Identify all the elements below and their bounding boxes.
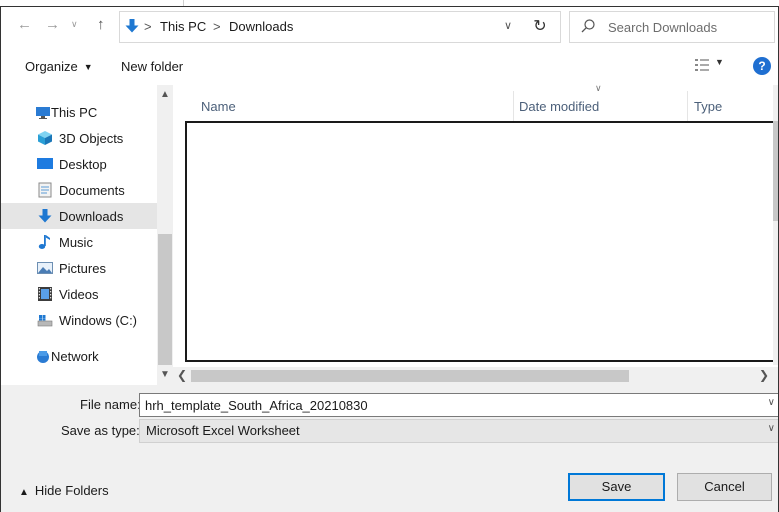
- download-arrow-icon: [38, 209, 52, 223]
- file-name-label: File name:: [80, 397, 141, 412]
- scroll-right-arrow-icon[interactable]: ❯: [759, 368, 769, 382]
- drive-icon: [37, 315, 53, 327]
- breadcrumb-downloads[interactable]: Downloads: [229, 19, 293, 34]
- sidebar-item-desktop[interactable]: Desktop: [1, 151, 157, 177]
- sidebar-item-label: Music: [59, 235, 93, 250]
- chevron-down-icon[interactable]: ∨: [768, 397, 775, 408]
- address-row: ← → ∨ ↑ > This PC > Downloads ∨ ↻ Search…: [1, 7, 778, 45]
- breadcrumb-separator: >: [213, 19, 221, 34]
- pictures-icon: [37, 262, 53, 274]
- sidebar-item-this-pc[interactable]: This PC: [1, 99, 157, 125]
- file-name-input[interactable]: [140, 394, 765, 415]
- organize-menu-button[interactable]: Organize ▼: [25, 59, 93, 74]
- save-as-type-select[interactable]: Microsoft Excel Worksheet ∨: [139, 419, 778, 443]
- hide-folders-button[interactable]: ▲ Hide Folders: [19, 483, 109, 498]
- change-view-button[interactable]: ▼: [695, 57, 724, 74]
- sidebar-item-label: Videos: [59, 287, 99, 302]
- cube-icon: [38, 131, 52, 145]
- navigation-pane: This PC 3D Objects Desktop Documents Dow…: [1, 85, 173, 385]
- film-icon: [38, 287, 52, 301]
- sidebar-item-label: This PC: [51, 105, 98, 120]
- sidebar-item-label: 3D Objects: [59, 131, 124, 146]
- cancel-button[interactable]: Cancel: [677, 473, 772, 501]
- sidebar-item-label: Pictures: [59, 261, 106, 276]
- column-header-name[interactable]: Name: [201, 99, 236, 114]
- address-dropdown-chevron-icon[interactable]: ∨: [504, 19, 512, 32]
- chevron-down-icon[interactable]: ∨: [768, 423, 775, 434]
- refresh-button[interactable]: ↻: [520, 11, 561, 43]
- forward-arrow-icon[interactable]: →: [45, 16, 60, 33]
- new-folder-button[interactable]: New folder: [121, 59, 183, 74]
- breadcrumb-separator: >: [144, 19, 152, 34]
- sidebar-item-label: Downloads: [59, 209, 124, 224]
- file-name-field[interactable]: ∨: [139, 393, 778, 417]
- column-header-date-modified[interactable]: Date modified: [519, 99, 599, 114]
- document-icon: [38, 182, 52, 198]
- desktop-icon: [37, 158, 53, 169]
- details-view-icon: [695, 59, 709, 71]
- up-arrow-icon[interactable]: ↑: [97, 16, 105, 33]
- sort-indicator-icon: ∨: [595, 83, 602, 93]
- organize-label: Organize: [25, 59, 78, 74]
- save-button[interactable]: Save: [568, 473, 665, 501]
- computer-icon: [36, 107, 50, 119]
- command-bar: Organize ▼ New folder ▼ ?: [1, 45, 778, 85]
- file-list-horizontal-scrollbar[interactable]: ❮ ❯: [173, 367, 778, 385]
- save-as-dialog: ← → ∨ ↑ > This PC > Downloads ∨ ↻ Search…: [0, 6, 779, 512]
- save-as-type-label: Save as type:: [61, 423, 140, 438]
- sidebar-item-network[interactable]: Network: [1, 343, 157, 369]
- recent-locations-chevron-icon[interactable]: ∨: [71, 19, 78, 30]
- breadcrumb-this-pc[interactable]: This PC: [160, 19, 206, 34]
- column-divider[interactable]: [687, 91, 688, 121]
- sidebar-item-pictures[interactable]: Pictures: [1, 255, 157, 281]
- sidebar-item-label: Windows (C:): [59, 313, 138, 328]
- save-as-type-value: Microsoft Excel Worksheet: [146, 423, 300, 438]
- file-list[interactable]: Name ∨ Date modified Type ❮ ❯: [173, 83, 778, 385]
- empty-file-area[interactable]: [185, 121, 776, 362]
- search-box[interactable]: Search Downloads: [569, 11, 775, 43]
- help-icon[interactable]: ?: [753, 57, 771, 75]
- sidebar-item-label: Documents: [59, 183, 125, 198]
- scrollbar-thumb[interactable]: [773, 121, 778, 221]
- column-divider[interactable]: [513, 91, 514, 121]
- sidebar-item-downloads[interactable]: Downloads: [1, 203, 157, 229]
- hide-folders-label: Hide Folders: [34, 483, 109, 498]
- sidebar-item-music[interactable]: Music: [1, 229, 157, 255]
- download-arrow-icon: [125, 19, 139, 33]
- address-bar[interactable]: > This PC > Downloads ∨: [119, 11, 521, 43]
- save-form: File name: ∨ Save as type: Microsoft Exc…: [1, 385, 778, 512]
- sidebar-item-windows-c[interactable]: Windows (C:): [1, 307, 157, 333]
- back-arrow-icon[interactable]: ←: [17, 16, 32, 33]
- scroll-up-arrow-icon[interactable]: ▲: [160, 89, 170, 100]
- file-list-vertical-scrollbar[interactable]: [773, 85, 778, 365]
- sidebar-item-label: Network: [51, 349, 99, 364]
- scrollbar-thumb[interactable]: [158, 234, 172, 365]
- chevron-up-icon: ▲: [19, 487, 29, 498]
- music-note-icon: [38, 235, 50, 249]
- search-placeholder: Search Downloads: [608, 20, 718, 35]
- column-header-type[interactable]: Type: [694, 99, 722, 114]
- nav-pane-scrollbar[interactable]: ▲ ▼: [157, 85, 173, 385]
- sidebar-item-documents[interactable]: Documents: [1, 177, 157, 203]
- search-icon: [581, 19, 595, 33]
- sidebar-item-label: Desktop: [59, 157, 107, 172]
- scroll-left-arrow-icon[interactable]: ❮: [177, 368, 187, 382]
- scroll-down-arrow-icon[interactable]: ▼: [160, 369, 170, 380]
- sidebar-item-videos[interactable]: Videos: [1, 281, 157, 307]
- caret-down-icon: ▼: [83, 62, 93, 72]
- scrollbar-thumb[interactable]: [191, 370, 629, 382]
- caret-down-icon: ▼: [715, 57, 724, 67]
- sidebar-item-3d-objects[interactable]: 3D Objects: [1, 125, 157, 151]
- network-icon: [37, 351, 49, 363]
